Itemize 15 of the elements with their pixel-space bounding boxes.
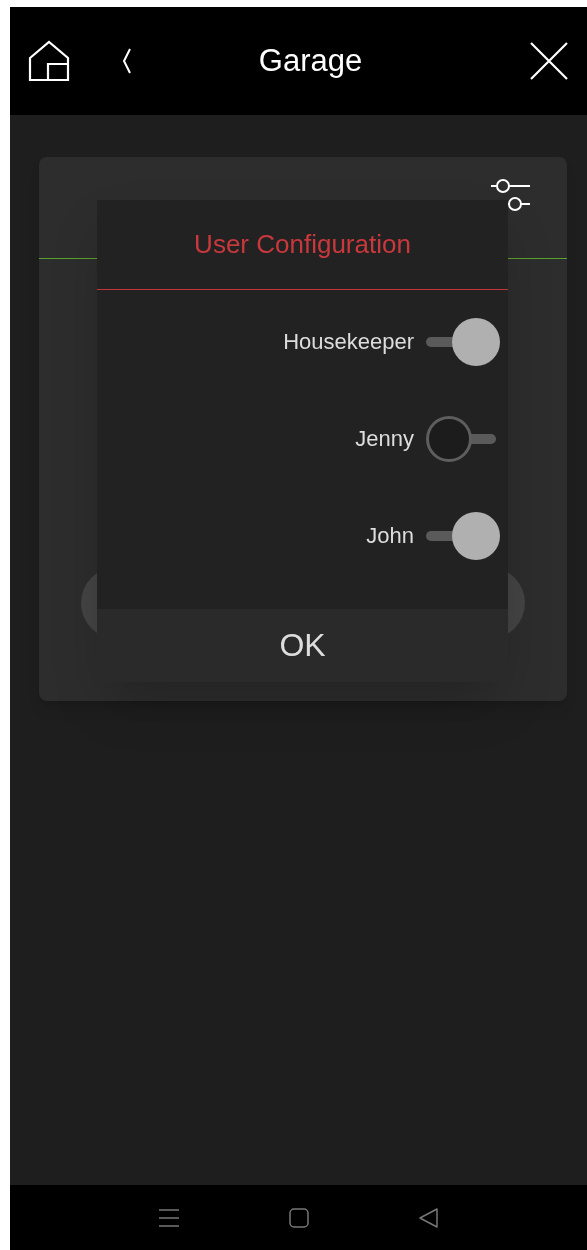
toggle-switch[interactable] — [424, 511, 500, 560]
ok-button[interactable]: OK — [97, 608, 508, 682]
dialog-title: User Configuration — [194, 227, 411, 261]
menu-icon[interactable] — [158, 1207, 179, 1228]
toggle-switch[interactable] — [424, 317, 500, 366]
sliders-icon[interactable] — [491, 179, 531, 211]
home-icon[interactable] — [28, 40, 70, 82]
back-triangle-icon[interactable] — [418, 1207, 439, 1228]
close-icon[interactable] — [529, 41, 569, 81]
user-label: Jenny — [355, 424, 414, 453]
user-label: John — [366, 521, 414, 550]
user-label: Housekeeper — [283, 327, 414, 356]
screen-title: Garage — [258, 41, 363, 80]
back-icon[interactable] — [122, 47, 132, 75]
square-icon[interactable] — [288, 1207, 309, 1228]
